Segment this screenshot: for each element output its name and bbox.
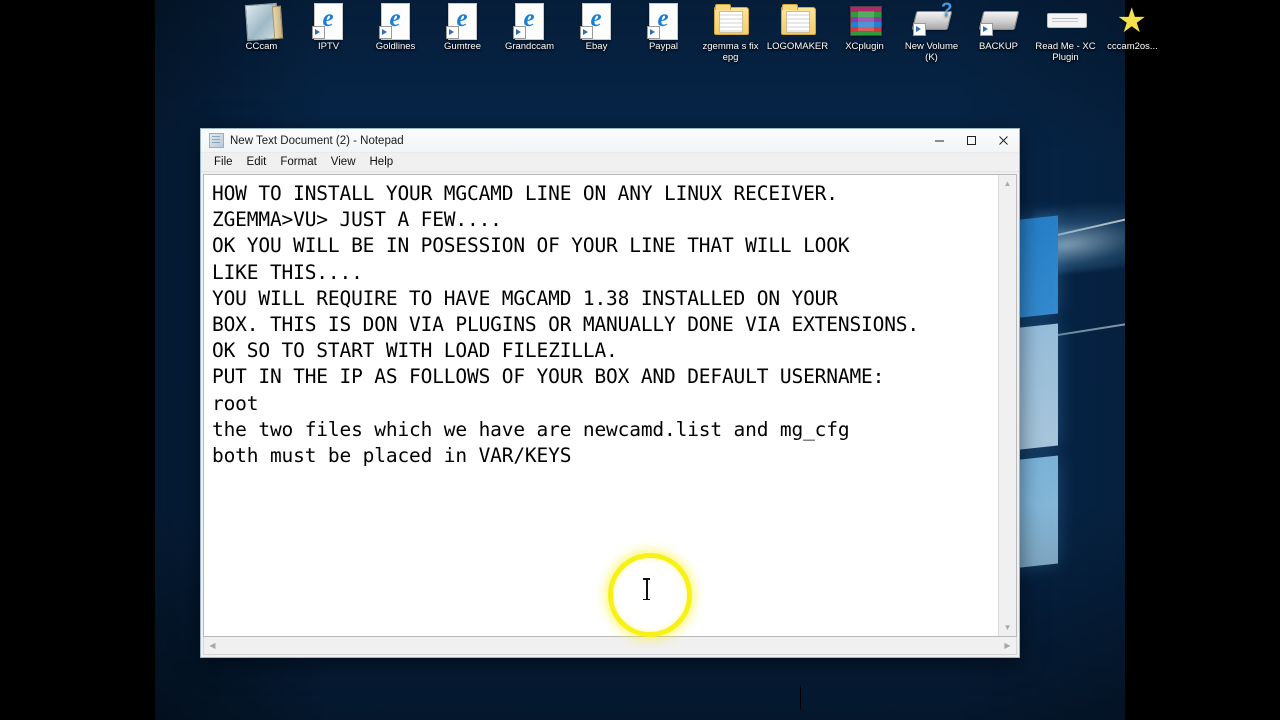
text-line: BOX. THIS IS DON VIA PLUGINS OR MANUALLY… (212, 313, 919, 337)
desktop-icon-read-me-xc-plugin[interactable]: Read Me - XC Plugin (1032, 2, 1099, 63)
scroll-left-arrow[interactable]: ◀ (204, 637, 221, 654)
folder-icon (776, 2, 820, 40)
desktop-icon-goldlines[interactable]: Goldlines (362, 2, 429, 53)
window-titlebar[interactable]: New Text Document (2) - Notepad (201, 129, 1019, 153)
desktop-icon-label: XCplugin (845, 41, 884, 52)
text-caret (800, 686, 801, 709)
text-editor[interactable]: HOW TO INSTALL YOUR MGCAMD LINE ON ANY L… (204, 175, 998, 636)
star-icon (1111, 2, 1155, 40)
text-line: root (212, 391, 259, 415)
desktop-icon-label: IPTV (317, 41, 340, 52)
desktop-icon-label: Goldlines (375, 41, 416, 52)
desktop-icon-label: CCcam (245, 41, 278, 52)
desktop-icon-label: Paypal (648, 41, 679, 52)
text-line: both must be placed in VAR/KEYS (212, 444, 572, 468)
text-line: OK SO TO START WITH LOAD FILEZILLA. (212, 339, 618, 363)
desktop-icon-xcplugin[interactable]: XCplugin (831, 2, 898, 53)
desktop-icon-cccam[interactable]: CCcam (228, 2, 295, 53)
desktop-icon-ebay[interactable]: Ebay (563, 2, 630, 53)
close-button[interactable] (987, 129, 1019, 152)
scroll-up-arrow[interactable]: ▲ (999, 175, 1016, 192)
internet-explorer-shortcut-icon (441, 2, 485, 40)
internet-explorer-shortcut-icon (575, 2, 619, 40)
window-controls (923, 129, 1019, 152)
text-line: OK YOU WILL BE IN POSESSION OF YOUR LINE… (212, 234, 850, 258)
menu-bar: File Edit Format View Help (201, 153, 1019, 172)
disk-drive-icon: ? (910, 0, 954, 40)
text-line: HOW TO INSTALL YOUR MGCAMD LINE ON ANY L… (212, 182, 838, 205)
window-title: New Text Document (2) - Notepad (230, 134, 404, 147)
desktop-icon-new-volume-k[interactable]: ? New Volume (K) (898, 0, 965, 63)
desktop-icon-logomaker[interactable]: LOGOMAKER (764, 2, 831, 53)
text-document-icon (1044, 2, 1088, 40)
scroll-right-arrow[interactable]: ▶ (999, 637, 1016, 654)
notepad-icon (209, 133, 224, 148)
desktop-icon-label: cccam2os... (1107, 41, 1158, 52)
disk-drive-icon (977, 2, 1021, 40)
menu-file[interactable]: File (207, 153, 240, 171)
logo-glow (1033, 188, 1125, 277)
editor-area[interactable]: HOW TO INSTALL YOUR MGCAMD LINE ON ANY L… (203, 174, 1017, 637)
scroll-down-arrow[interactable]: ▼ (999, 619, 1016, 636)
text-line: YOU WILL REQUIRE TO HAVE MGCAMD 1.38 INS… (212, 286, 838, 310)
desktop-icon-gumtree[interactable]: Gumtree (429, 2, 496, 53)
text-line: LIKE THIS.... (212, 260, 363, 284)
desktop-icon-label: LOGOMAKER (766, 41, 829, 52)
internet-explorer-shortcut-icon (307, 2, 351, 40)
desktop-icon-label: Gumtree (444, 41, 481, 52)
text-line: PUT IN THE IP AS FOLLOWS OF YOUR BOX AND… (212, 365, 885, 389)
notepad-document-icon (240, 2, 284, 42)
menu-view[interactable]: View (324, 153, 363, 171)
winrar-archive-icon (843, 2, 887, 40)
text-line: the two files which we have are newcamd.… (212, 417, 850, 441)
internet-explorer-shortcut-icon (642, 2, 686, 40)
desktop-icon-label: Ebay (585, 41, 608, 52)
menu-help[interactable]: Help (363, 153, 401, 171)
desktop-icon-label: Read Me - XC Plugin (1035, 41, 1096, 63)
menu-edit[interactable]: Edit (240, 153, 274, 171)
folder-icon (709, 2, 753, 40)
vertical-scrollbar[interactable]: ▲ ▼ (998, 175, 1016, 636)
maximize-button[interactable] (955, 129, 987, 152)
internet-explorer-shortcut-icon (508, 2, 552, 40)
desktop-icon-grandccam[interactable]: Grandccam (496, 2, 563, 53)
desktop-icon-label: BACKUP (978, 41, 1019, 52)
desktop-icon-label: zgemma s fix epg (702, 41, 759, 63)
screen: CCcam IPTV Goldlines Gumtree Grandccam E… (0, 0, 1280, 720)
desktop-icon-paypal[interactable]: Paypal (630, 2, 697, 53)
minimize-button[interactable] (923, 129, 955, 152)
desktop-icon-backup[interactable]: BACKUP (965, 2, 1032, 53)
internet-explorer-shortcut-icon (374, 2, 418, 40)
desktop-icon-cccam2os[interactable]: cccam2os... (1099, 2, 1166, 53)
menu-format[interactable]: Format (273, 153, 323, 171)
desktop-icon-label: Grandccam (504, 41, 555, 52)
desktop-icon-row: CCcam IPTV Goldlines Gumtree Grandccam E… (228, 0, 1166, 63)
text-line: ZGEMMA>VU> JUST A FEW.... (212, 208, 502, 232)
desktop-icon-zgemma-s-fix-epg[interactable]: zgemma s fix epg (697, 2, 764, 63)
horizontal-scrollbar[interactable]: ◀ ▶ (203, 637, 1017, 655)
desktop-icon-label: New Volume (K) (904, 41, 959, 63)
notepad-window[interactable]: New Text Document (2) - Notepad File Edi… (200, 128, 1020, 709)
desktop-icon-iptv[interactable]: IPTV (295, 2, 362, 53)
